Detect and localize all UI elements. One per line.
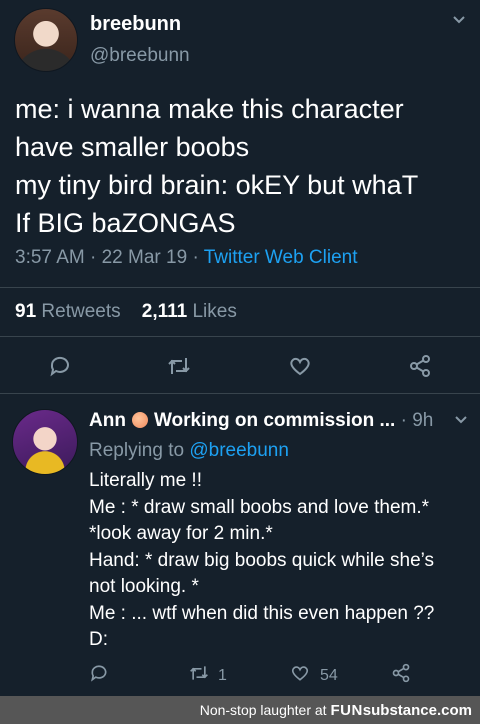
author-name[interactable]: breebunn: [90, 13, 181, 36]
author-handle[interactable]: @breebunn: [90, 45, 190, 67]
likes-label: Likes: [192, 301, 237, 322]
like-icon: [290, 663, 310, 688]
watermark-text: Non-stop laughter at FUNsubstance.com: [200, 702, 480, 719]
share-icon[interactable]: [404, 350, 436, 382]
tweet-text: me: i wanna make this character have sma…: [15, 90, 470, 242]
peach-icon: [131, 412, 148, 428]
tweet-line: my tiny bird brain: okEY but whaT: [15, 170, 419, 200]
reply-line: Me : ... wtf when did this even happen ?…: [89, 602, 435, 624]
avatar[interactable]: [14, 8, 78, 72]
tweet-client[interactable]: Twitter Web Client: [204, 247, 358, 268]
reply-like-count: 54: [320, 666, 338, 684]
retweets-count: 91: [15, 301, 37, 322]
watermark-brand-sub: substance.com: [362, 701, 472, 719]
meta-separator: ·: [192, 247, 199, 268]
reply-like[interactable]: 54: [290, 663, 338, 688]
tweet-line: me: i wanna make this character: [15, 94, 404, 124]
tweet-line: If BIG baZONGAS: [15, 208, 236, 238]
divider: [0, 336, 480, 337]
watermark-caption: Non-stop laughter at: [199, 701, 327, 718]
reply-line: Hand: * draw big boobs quick while she’s: [89, 549, 435, 571]
reply-author-name[interactable]: Ann: [89, 410, 126, 431]
share-icon[interactable]: [391, 663, 411, 683]
retweet-icon: [188, 663, 210, 688]
replying-to-handle[interactable]: @breebunn: [189, 440, 289, 461]
reply-line: not looking. *: [89, 576, 199, 597]
reply-author-status[interactable]: Working on commission ...: [154, 410, 395, 431]
reply-retweet[interactable]: 1: [188, 663, 227, 688]
reply-age: 9h: [412, 410, 434, 431]
replying-to: Replying to @breebunn: [89, 440, 289, 462]
reply-line: *look away for 2 min.*: [89, 523, 273, 544]
retweet-icon[interactable]: [163, 350, 195, 382]
reply-line: Me : * draw small boobs and love them.*: [89, 496, 430, 518]
meta-separator: ·: [400, 410, 407, 431]
likes-count: 2,111: [141, 301, 188, 322]
chevron-down-icon[interactable]: [452, 12, 466, 30]
tweet-stats: 91 Retweets 2,111 Likes: [15, 301, 237, 323]
divider: [0, 393, 480, 394]
divider: [0, 287, 480, 288]
tweet-line: have smaller boobs: [15, 132, 250, 162]
reply-line: Literally me !!: [89, 470, 202, 491]
replying-prefix: Replying to: [89, 440, 185, 461]
reply-retweet-count: 1: [218, 666, 227, 684]
tweet-meta: 3:57 AM · 22 Mar 19 · Twitter Web Client: [15, 247, 358, 269]
retweets-label: Retweets: [41, 301, 121, 322]
like-icon[interactable]: [284, 350, 316, 382]
retweets-stat[interactable]: 91 Retweets: [15, 301, 126, 322]
watermark-bar: Non-stop laughter at FUNsubstance.com: [0, 696, 480, 724]
reply-reply-icon[interactable]: [89, 663, 109, 683]
reply-text: Literally me !! Me : * draw small boobs …: [89, 468, 474, 654]
reply-header: Ann Working on commission ... · 9h: [89, 410, 433, 432]
reply-icon[interactable]: [44, 350, 76, 382]
reply-line: D:: [89, 629, 108, 650]
reply-avatar[interactable]: [12, 409, 78, 475]
watermark-brand-fun: FUN: [330, 701, 363, 719]
tweet-date[interactable]: 22 Mar 19: [102, 247, 188, 268]
tweet-time[interactable]: 3:57 AM: [15, 247, 85, 268]
chevron-down-icon[interactable]: [454, 412, 468, 430]
likes-stat[interactable]: 2,111 Likes: [142, 301, 237, 322]
meta-separator: ·: [90, 247, 97, 268]
